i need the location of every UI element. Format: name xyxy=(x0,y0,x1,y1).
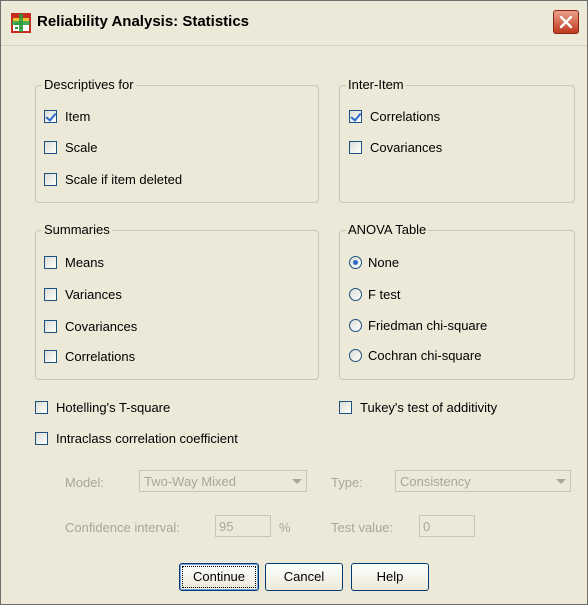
inter-item-covariances-checkbox[interactable]: Covariances xyxy=(349,140,442,155)
variances-label: Variances xyxy=(65,287,122,302)
scale-label: Scale xyxy=(65,140,98,155)
dialog-window: Reliability Analysis: Statistics Descrip… xyxy=(0,0,588,605)
summaries-correlations-check-box[interactable] xyxy=(44,350,57,363)
anova-friedman-label: Friedman chi-square xyxy=(368,318,488,333)
scale-if-item-deleted-checkbox[interactable]: Scale if item deleted xyxy=(44,172,182,187)
anova-friedman-radio-button[interactable] xyxy=(349,319,362,332)
anova-f-test-radio-button[interactable] xyxy=(349,288,362,301)
title-bar: Reliability Analysis: Statistics xyxy=(1,1,587,46)
scale-if-item-deleted-label: Scale if item deleted xyxy=(65,172,183,187)
item-label: Item xyxy=(65,109,91,124)
anova-none-radio-button[interactable] xyxy=(349,256,362,269)
type-value: Consistency xyxy=(400,474,471,489)
inter-item-correlations-label: Correlations xyxy=(370,109,441,124)
summaries-covariances-checkbox[interactable]: Covariances xyxy=(44,319,137,334)
anova-none-radio[interactable]: None xyxy=(349,255,399,270)
dialog-title: Reliability Analysis: Statistics xyxy=(37,13,250,30)
cancel-button[interactable]: Cancel xyxy=(265,563,343,591)
scale-check-box[interactable] xyxy=(44,141,57,154)
icc-checkbox[interactable]: Intraclass correlation coefficient xyxy=(35,431,238,446)
close-icon xyxy=(559,15,573,29)
means-label: Means xyxy=(65,255,105,270)
summaries-covariances-check-box[interactable] xyxy=(44,320,57,333)
anova-friedman-radio[interactable]: Friedman chi-square xyxy=(349,318,487,333)
anova-none-label: None xyxy=(368,255,400,270)
means-check-box[interactable] xyxy=(44,256,57,269)
tukey-label: Tukey's test of additivity xyxy=(360,400,498,415)
test-value-value: 0 xyxy=(423,519,431,534)
inter-item-group-title: Inter-Item xyxy=(346,77,406,92)
descriptives-group-title: Descriptives for xyxy=(42,77,136,92)
summaries-correlations-checkbox[interactable]: Correlations xyxy=(44,349,135,364)
close-button[interactable] xyxy=(553,10,579,34)
hotelling-checkbox[interactable]: Hotelling's T-square xyxy=(35,400,170,415)
anova-cochran-label: Cochran chi-square xyxy=(368,348,482,363)
icc-label: Intraclass correlation coefficient xyxy=(56,431,238,446)
tukey-checkbox[interactable]: Tukey's test of additivity xyxy=(339,400,497,415)
model-select[interactable]: Two-Way Mixed xyxy=(139,470,307,492)
confidence-interval-input[interactable]: 95 xyxy=(215,515,271,537)
spss-app-icon xyxy=(11,13,31,33)
summaries-group-title: Summaries xyxy=(42,222,112,237)
type-select[interactable]: Consistency xyxy=(395,470,571,492)
model-value: Two-Way Mixed xyxy=(144,474,236,489)
anova-cochran-radio[interactable]: Cochran chi-square xyxy=(349,348,481,363)
help-button[interactable]: Help xyxy=(351,563,429,591)
test-value-input[interactable]: 0 xyxy=(419,515,475,537)
item-check-box[interactable] xyxy=(44,110,57,123)
anova-f-test-radio[interactable]: F test xyxy=(349,287,401,302)
icc-check-box[interactable] xyxy=(35,432,48,445)
anova-cochran-radio-button[interactable] xyxy=(349,349,362,362)
anova-group-title: ANOVA Table xyxy=(346,222,429,237)
chevron-down-icon xyxy=(292,479,302,484)
summaries-correlations-label: Correlations xyxy=(65,349,136,364)
percent-unit: % xyxy=(279,520,291,535)
scale-if-item-deleted-check-box[interactable] xyxy=(44,173,57,186)
inter-item-covariances-check-box[interactable] xyxy=(349,141,362,154)
continue-button[interactable]: Continue xyxy=(179,563,259,591)
inter-item-covariances-label: Covariances xyxy=(370,140,443,155)
confidence-interval-label: Confidence interval: xyxy=(65,520,180,535)
confidence-interval-value: 95 xyxy=(219,519,234,534)
variances-check-box[interactable] xyxy=(44,288,57,301)
model-label: Model: xyxy=(65,475,105,490)
anova-f-test-label: F test xyxy=(368,287,401,302)
hotelling-label: Hotelling's T-square xyxy=(56,400,171,415)
type-label: Type: xyxy=(331,475,363,490)
chevron-down-icon xyxy=(556,479,566,484)
test-value-label: Test value: xyxy=(331,520,394,535)
hotelling-check-box[interactable] xyxy=(35,401,48,414)
summaries-covariances-label: Covariances xyxy=(65,319,138,334)
inter-item-correlations-check-box[interactable] xyxy=(349,110,362,123)
inter-item-correlations-checkbox[interactable]: Correlations xyxy=(349,109,440,124)
variances-checkbox[interactable]: Variances xyxy=(44,287,122,302)
means-checkbox[interactable]: Means xyxy=(44,255,104,270)
item-checkbox[interactable]: Item xyxy=(44,109,90,124)
scale-checkbox[interactable]: Scale xyxy=(44,140,98,155)
tukey-check-box[interactable] xyxy=(339,401,352,414)
